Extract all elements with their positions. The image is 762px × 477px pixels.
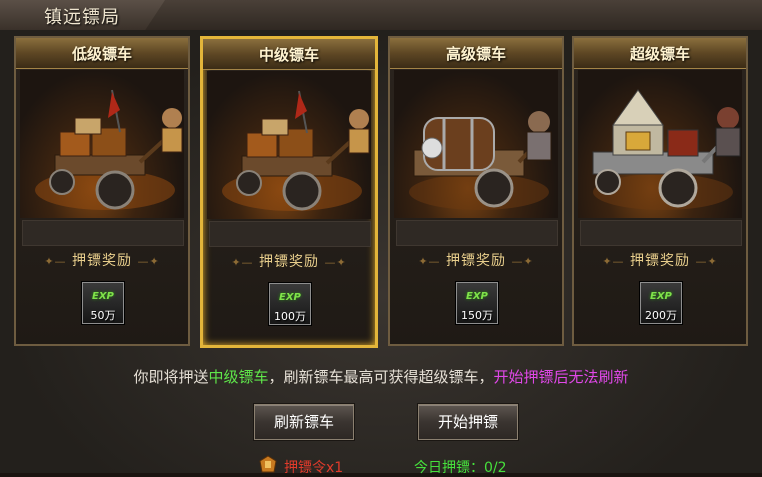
reward-amount: 150万 <box>461 309 493 322</box>
reward-title: ✦— 押镖奖励 —✦ <box>44 253 160 269</box>
barrel-cart-icon <box>409 111 552 210</box>
reward-title: ✦— 押镖奖励 —✦ <box>602 253 718 269</box>
card-header: 低级镖车 <box>16 38 188 69</box>
exp-reward-slot[interactable]: EXP 150万 <box>456 282 498 324</box>
exp-icon: EXP <box>279 292 301 303</box>
window-title: 镇远镖局 <box>44 7 120 28</box>
card-header: 中级镖车 <box>203 39 375 70</box>
reward-title: ✦— 押镖奖励 —✦ <box>418 253 534 269</box>
cart-card-high[interactable]: 高级镖车 ✦— 押镖奖励 —✦ EXP 150万 <box>388 36 564 346</box>
cart-status-band <box>22 220 184 246</box>
daily-escort-count: 今日押镖：0/2 <box>414 460 507 476</box>
title-bar: 镇远镖局 <box>0 0 762 34</box>
reward-amount: 200万 <box>645 309 677 322</box>
cart-card-low[interactable]: 低级镖车 ✦— 押镖奖励 —✦ EXP 50万 <box>14 36 190 346</box>
reward-amount: 50万 <box>90 309 116 322</box>
exp-icon: EXP <box>466 291 488 302</box>
cart-status-band <box>396 220 558 246</box>
card-name: 中级镖车 <box>258 46 319 64</box>
armored-cart-icon <box>592 89 741 210</box>
refresh-cart-button[interactable]: 刷新镖车 <box>254 404 354 440</box>
exp-reward-slot[interactable]: EXP 100万 <box>269 283 311 325</box>
wooden-cart-icon <box>35 89 183 210</box>
cart-card-mid[interactable]: 中级镖车 ✦— 押镖奖励 —✦ EXP 100万 <box>200 36 378 348</box>
start-escort-button[interactable]: 开始押镖 <box>418 404 518 440</box>
card-name: 高级镖车 <box>445 45 506 63</box>
exp-reward-slot[interactable]: EXP 50万 <box>82 282 124 324</box>
escort-token-icon <box>259 455 277 473</box>
main-panel: 低级镖车 ✦— 押镖奖励 —✦ EXP 50万 中级镖车 ✦— 押镖奖励 —✦ … <box>0 30 762 476</box>
cart-status-band <box>209 221 371 247</box>
cart-image <box>207 71 371 219</box>
exp-reward-slot[interactable]: EXP 200万 <box>640 282 682 324</box>
cart-image <box>394 70 558 218</box>
escort-token-count: 押镖令x1 <box>284 460 344 476</box>
card-name: 超级镖车 <box>629 45 690 63</box>
exp-icon: EXP <box>92 291 114 302</box>
reward-amount: 100万 <box>274 310 306 323</box>
card-header: 超级镖车 <box>574 38 746 69</box>
cart-status-band <box>580 220 742 246</box>
cart-image <box>20 70 184 218</box>
cart-image <box>578 70 742 218</box>
cart-card-super[interactable]: 超级镖车 ✦— 押镖奖励 —✦ EXP 200万 <box>572 36 748 346</box>
current-cart-name: 中级镖车 <box>208 368 269 386</box>
wooden-cart-icon <box>222 90 370 211</box>
refresh-warning: 开始押镖后无法刷新 <box>493 368 629 386</box>
exp-icon: EXP <box>650 291 672 302</box>
card-name: 低级镖车 <box>71 45 132 63</box>
card-header: 高级镖车 <box>390 38 562 69</box>
reward-title: ✦— 押镖奖励 —✦ <box>231 254 347 270</box>
escort-info-text: 你即将押送中级镖车，刷新镖车最高可获得超级镖车，开始押镖后无法刷新 <box>133 368 629 386</box>
